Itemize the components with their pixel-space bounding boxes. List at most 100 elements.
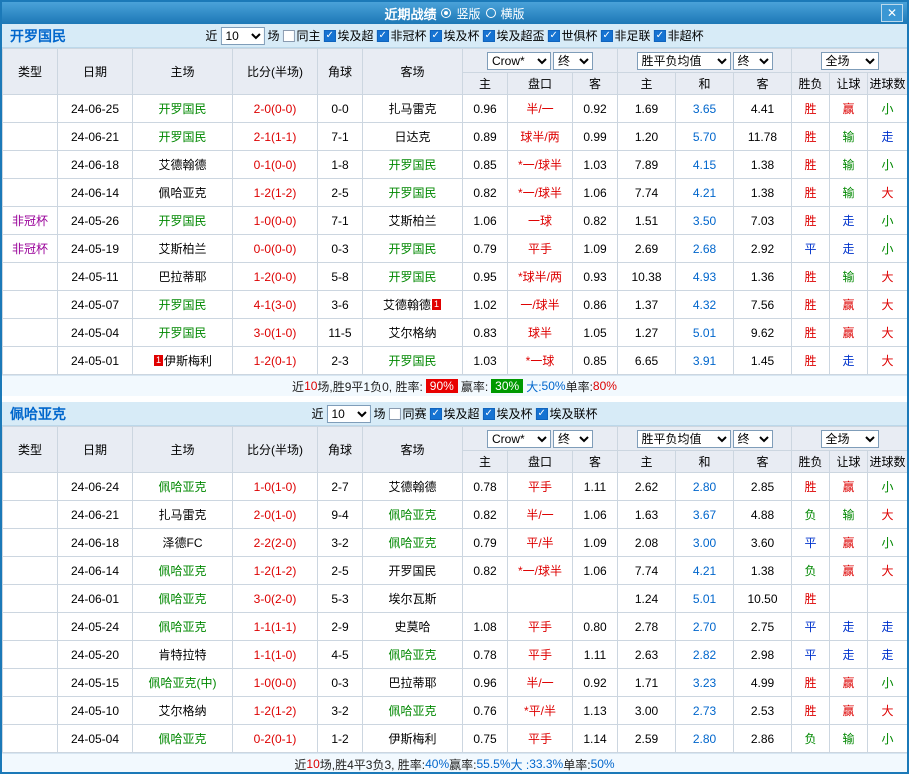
league-cell: 非冠杯 (2, 234, 58, 263)
avg-draw-cell: 4.93 (675, 262, 734, 291)
avg-select[interactable]: 胜平负均值 (636, 51, 731, 70)
date-cell: 24-05-04 (57, 724, 133, 753)
filter-checkbox-埃及联杯[interactable]: 埃及联杯 (535, 405, 598, 422)
avg-draw-cell: 3.50 (675, 206, 734, 235)
checkbox-checked-icon[interactable] (535, 407, 548, 420)
red-card-badge: 1 (432, 299, 441, 310)
date-cell: 24-06-18 (57, 528, 133, 557)
result-cell: 平 (791, 612, 830, 641)
filter-checkbox-埃及杯[interactable]: 埃及杯 (482, 405, 533, 422)
corner-cell: 1-8 (317, 150, 363, 179)
odds-away-cell: 1.06 (572, 500, 618, 529)
home-team-cell: 佩哈亚克 (132, 472, 233, 501)
odds-away-cell: 0.85 (572, 346, 618, 375)
checkbox-unchecked-icon[interactable] (388, 407, 401, 420)
avg-final-select[interactable]: 终 (732, 429, 773, 448)
away-team-cell: 艾德翰德 1 (362, 290, 463, 319)
avg-draw-cell: 2.73 (675, 696, 734, 725)
away-team-cell: 埃尔瓦斯 (362, 584, 463, 613)
odds-final-select[interactable]: 终 (553, 51, 593, 70)
avg-odds-header: 胜平负均值终 (617, 48, 792, 73)
horizontal-layout-label[interactable]: 横版 (501, 5, 525, 22)
checkbox-checked-icon[interactable] (429, 29, 442, 42)
handicap-result-cell: 赢 (829, 318, 868, 347)
filter-checkbox-埃及超[interactable]: 埃及超 (323, 27, 373, 44)
odds-home-cell (462, 584, 508, 613)
fulltime-select[interactable]: 全场 (820, 429, 879, 448)
filter-checkbox-同赛[interactable]: 同赛 (388, 405, 427, 422)
checkbox-checked-icon[interactable] (376, 29, 389, 42)
filter-checkbox-埃及超盃[interactable]: 埃及超盃 (482, 27, 545, 44)
header-home: 主场 (132, 426, 233, 473)
match-row: 非冠杯 24-05-19 艾斯柏兰 0-0(0-0) 0-3 开罗国民 0.79 平手 1.09… (2, 234, 907, 263)
odds-final-select[interactable]: 终 (553, 429, 593, 448)
checkbox-checked-icon[interactable] (547, 29, 560, 42)
checkbox-checked-icon[interactable] (323, 29, 336, 42)
avg-select[interactable]: 胜平负均值 (636, 429, 731, 448)
handicap-cell: *一球 (507, 346, 573, 375)
checkbox-label: 埃及超 (337, 29, 374, 43)
avg-draw-cell: 4.21 (675, 178, 734, 207)
bookie-select[interactable]: Crow* (487, 51, 551, 70)
avg-draw-cell: 5.70 (675, 122, 734, 151)
checkbox-checked-icon[interactable] (429, 407, 442, 420)
filter-checkbox-非冠杯[interactable]: 非冠杯 (376, 27, 427, 44)
match-count-select[interactable]: 10 (220, 26, 265, 45)
corner-cell: 2-9 (317, 612, 363, 641)
fulltime-select[interactable]: 全场 (820, 51, 879, 70)
focal-team-name: 开罗国民 (158, 298, 207, 312)
away-team-cell: 开罗国民 (362, 556, 463, 585)
window-title: 近期战绩 (384, 6, 437, 22)
summary-segment: 33.3% (529, 757, 564, 771)
filter-checkbox-世俱杯[interactable]: 世俱杯 (547, 27, 598, 44)
checkbox-checked-icon[interactable] (600, 29, 613, 42)
match-row: 埃及超 24-05-01 1 伊斯梅利 1-2(0-1) 2-3 开罗国民 1.03 *一球 0.… (2, 346, 907, 375)
summary-segment: 大 : (510, 757, 530, 772)
goals-cell: 走 (867, 122, 907, 151)
home-team-cell: 艾德翰德 (132, 150, 233, 179)
titlebar: 近期战绩 竖版 横版 ✕ (2, 2, 907, 24)
handicap-cell: 一/球半 (507, 290, 573, 319)
corner-cell: 3-6 (317, 290, 363, 319)
checkbox-checked-icon[interactable] (482, 407, 495, 420)
bookie-select[interactable]: Crow* (487, 429, 551, 448)
score-cell: 1-2(1-2) (232, 696, 318, 725)
vertical-layout-radio[interactable] (441, 8, 452, 18)
header-odds-away: 客 (572, 450, 618, 473)
checkbox-checked-icon[interactable] (482, 29, 495, 42)
checkbox-checked-icon[interactable] (653, 29, 666, 42)
header-result: 胜负 (791, 450, 830, 473)
avg-draw-cell: 3.67 (675, 500, 734, 529)
team-name-text: 史莫哈 (394, 620, 431, 634)
date-cell: 24-05-11 (57, 262, 133, 291)
handicap-result-cell: 走 (829, 640, 868, 669)
header-avg-away: 客 (733, 450, 792, 473)
filter-checkbox-埃及超[interactable]: 埃及超 (429, 405, 480, 422)
odds-away-cell: 0.93 (572, 262, 618, 291)
horizontal-layout-radio[interactable] (485, 8, 496, 18)
matches-table: 类型 日期 主场 比分(半场) 角球 客场 Crow* 终胜平负均值终全场主盘口客主和客胜负让… (2, 48, 907, 375)
odds-home-cell: 1.06 (462, 206, 508, 235)
avg-away-cell: 2.92 (733, 234, 792, 263)
away-team-cell: 佩哈亚克 (362, 696, 463, 725)
filter-checkbox-同主[interactable]: 同主 (282, 27, 320, 44)
checkbox-unchecked-icon[interactable] (282, 29, 295, 42)
summary-segment: 80% (592, 379, 617, 393)
avg-final-select[interactable]: 终 (732, 51, 773, 70)
header-type: 类型 (2, 426, 58, 473)
filter-checkbox-非足联[interactable]: 非足联 (600, 27, 651, 44)
result-cell: 胜 (791, 178, 830, 207)
close-icon[interactable]: ✕ (881, 4, 903, 22)
summary-segment: 场,胜9平1负0, 胜率: (317, 379, 423, 394)
match-count-select[interactable]: 10 (326, 404, 371, 423)
avg-away-cell: 1.38 (733, 178, 792, 207)
away-team-cell: 佩哈亚克 (362, 640, 463, 669)
handicap-cell: *一/球半 (507, 150, 573, 179)
away-team-cell: 艾斯柏兰 (362, 206, 463, 235)
filter-checkbox-非超杯[interactable]: 非超杯 (653, 27, 704, 44)
focal-team-name: 佩哈亚克 (388, 536, 437, 550)
home-team-cell: 佩哈亚克 (132, 584, 233, 613)
vertical-layout-label[interactable]: 竖版 (456, 5, 480, 22)
filter-checkbox-埃及杯[interactable]: 埃及杯 (429, 27, 480, 44)
avg-draw-cell: 4.15 (675, 150, 734, 179)
